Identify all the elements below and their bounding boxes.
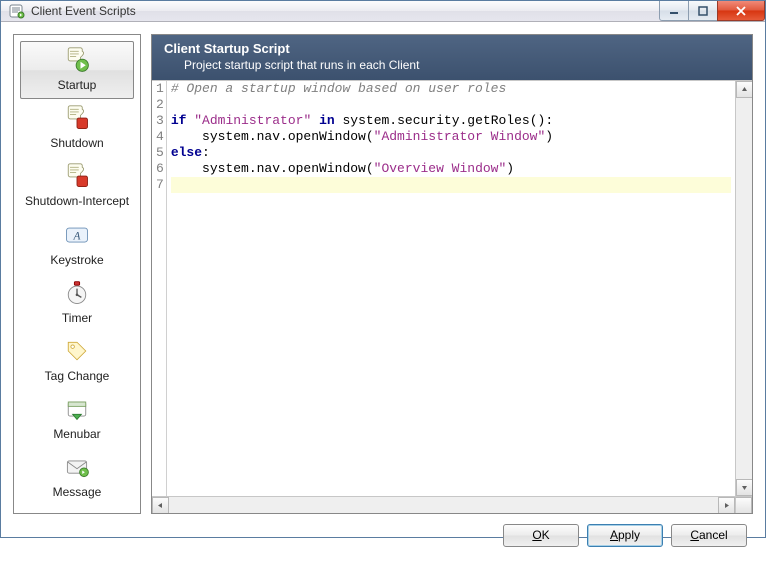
- sidebar-item-label: Startup: [58, 79, 97, 92]
- maximize-button[interactable]: [688, 1, 718, 21]
- sidebar-item-label: Message: [53, 486, 102, 499]
- window-title: Client Event Scripts: [31, 4, 660, 18]
- minimize-button[interactable]: [659, 1, 689, 21]
- sidebar-item-message[interactable]: Message: [20, 448, 134, 506]
- sidebar-item-label: Keystroke: [50, 254, 103, 267]
- dialog-window: Client Event Scripts Startup Shutdown Shut…: [0, 0, 766, 538]
- script-stop-icon: [63, 104, 91, 135]
- svg-text:A: A: [73, 230, 81, 242]
- menubar-icon: [63, 395, 91, 426]
- ok-button[interactable]: OK: [503, 524, 579, 547]
- sidebar-item-tag-change[interactable]: Tag Change: [20, 332, 134, 390]
- horizontal-scrollbar[interactable]: [152, 496, 752, 513]
- client-area: Startup Shutdown Shutdown-Intercept A Keystr…: [1, 22, 765, 561]
- tag-icon: [63, 337, 91, 368]
- sidebar-item-label: Shutdown-Intercept: [25, 195, 129, 208]
- header-title: Client Startup Script: [164, 41, 740, 56]
- window-buttons: [660, 1, 765, 21]
- line-gutter: 1234567: [152, 81, 167, 496]
- header-subtitle: Project startup script that runs in each…: [164, 58, 740, 72]
- timer-icon: [63, 279, 91, 310]
- vscroll-track[interactable]: [736, 98, 752, 479]
- main-panel: Client Startup Script Project startup sc…: [151, 34, 753, 514]
- vertical-scrollbar[interactable]: [735, 81, 752, 496]
- keystroke-icon: A: [63, 221, 91, 252]
- sidebar-item-label: Timer: [62, 312, 92, 325]
- scroll-right-button[interactable]: [718, 497, 735, 513]
- script-play-icon: [63, 46, 91, 77]
- titlebar[interactable]: Client Event Scripts: [1, 1, 765, 22]
- sidebar-item-timer[interactable]: Timer: [20, 274, 134, 332]
- sidebar-item-shutdown[interactable]: Shutdown: [20, 99, 134, 157]
- dialog-buttons: OK Apply Cancel: [13, 524, 753, 549]
- sidebar-item-keystroke[interactable]: A Keystroke: [20, 216, 134, 274]
- app-icon: [9, 3, 25, 19]
- close-button[interactable]: [717, 1, 765, 21]
- scroll-down-button[interactable]: [736, 479, 752, 496]
- sidebar-item-menubar[interactable]: Menubar: [20, 390, 134, 448]
- code-area[interactable]: # Open a startup window based on user ro…: [167, 81, 735, 496]
- message-icon: [63, 453, 91, 484]
- sidebar-item-label: Menubar: [53, 428, 100, 441]
- code-editor[interactable]: 1234567 # Open a startup window based on…: [152, 80, 752, 513]
- hscroll-track[interactable]: [169, 497, 718, 513]
- scroll-left-button[interactable]: [152, 497, 169, 513]
- sidebar-item-shutdown-intercept[interactable]: Shutdown-Intercept: [20, 157, 134, 215]
- script-stop-icon: [63, 162, 91, 193]
- sidebar: Startup Shutdown Shutdown-Intercept A Keystr…: [13, 34, 141, 514]
- scroll-corner: [735, 497, 752, 513]
- sidebar-item-startup[interactable]: Startup: [20, 41, 134, 99]
- apply-button[interactable]: Apply: [587, 524, 663, 547]
- sidebar-item-label: Shutdown: [50, 137, 103, 150]
- cancel-button[interactable]: Cancel: [671, 524, 747, 547]
- scroll-up-button[interactable]: [736, 81, 752, 98]
- main-header: Client Startup Script Project startup sc…: [152, 35, 752, 80]
- sidebar-item-label: Tag Change: [45, 370, 110, 383]
